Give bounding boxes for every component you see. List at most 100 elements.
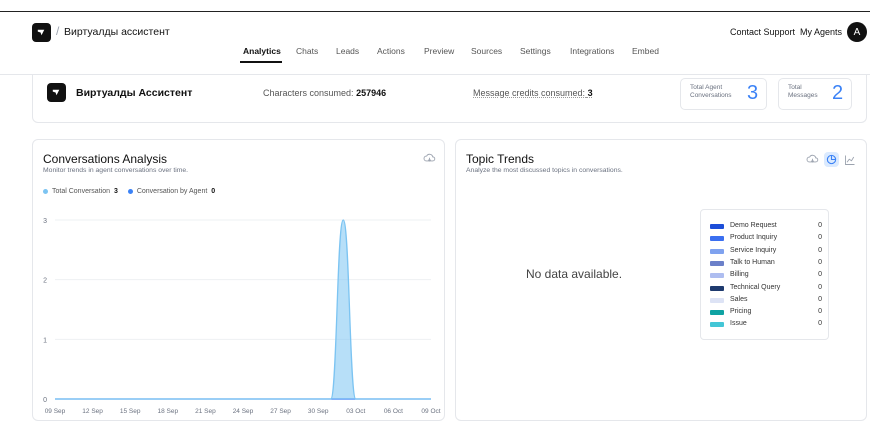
topic-legend-item[interactable]: Billing 0 xyxy=(710,270,822,282)
y-tick-label: 1 xyxy=(43,337,47,344)
message-credits-label: Message credits consumed: xyxy=(473,88,586,98)
characters-consumed: Characters consumed: 257946 xyxy=(263,88,386,98)
active-tab-indicator xyxy=(240,61,282,63)
tab-chats[interactable]: Chats xyxy=(296,46,318,56)
legend-label: Technical Query xyxy=(730,283,781,291)
legend-label: Issue xyxy=(730,320,747,328)
legend-value: 0 xyxy=(818,308,822,316)
legend-label: Product Inquiry xyxy=(730,234,778,242)
tab-embed[interactable]: Embed xyxy=(632,46,659,56)
no-data-message: No data available. xyxy=(526,267,623,281)
stat-label-line: Messages xyxy=(788,92,818,99)
legend-dot xyxy=(127,188,133,194)
x-tick-label: 30 Sep xyxy=(308,408,329,415)
legend-swatch xyxy=(710,297,724,303)
legend-label: Conversation by Agent xyxy=(136,188,208,195)
user-avatar[interactable]: A xyxy=(847,22,867,42)
download-icon[interactable] xyxy=(423,152,436,165)
legend-dot xyxy=(43,188,48,194)
legend-swatch xyxy=(710,285,724,291)
topic-trends-card: Topic Trends Analyze the most discussed … xyxy=(455,139,867,421)
tab-actions[interactable]: Actions xyxy=(377,46,405,56)
legend-value: 0 xyxy=(818,258,822,266)
agent-logo-icon xyxy=(47,83,66,102)
contact-support-link[interactable]: Contact Support xyxy=(730,27,795,37)
legend-label: Sales xyxy=(730,295,748,303)
breadcrumb-agent-name[interactable]: Виртуалды ассистент xyxy=(64,26,170,38)
pie-chart-icon[interactable] xyxy=(824,152,839,167)
tab-sources[interactable]: Sources xyxy=(471,46,502,56)
x-tick-label: 09 Oct xyxy=(421,408,440,415)
tab-analytics[interactable]: Analytics xyxy=(243,46,281,56)
legend-item-agent[interactable]: Conversation by Agent 0 xyxy=(127,188,216,195)
x-tick-label: 15 Sep xyxy=(120,408,141,415)
conversations-analysis-subtitle: Monitor trends in agent conversations ov… xyxy=(43,167,189,174)
legend-label: Talk to Human xyxy=(730,258,775,266)
conversations-chart: 0 1 2 3 09 Sep 12 Sep 15 Sep 18 Sep 21 Sep 24 Sep… xyxy=(43,218,441,415)
legend-swatch xyxy=(710,224,724,229)
message-credits-consumed[interactable]: Message credits consumed: 3 xyxy=(473,88,593,98)
stat-label-line: Conversations xyxy=(690,92,732,99)
agent-summary-bar: Виртуалды Ассистент Characters consumed:… xyxy=(32,75,867,123)
my-agents-link[interactable]: My Agents xyxy=(800,27,842,37)
topic-legend-item[interactable]: Sales 0 xyxy=(710,295,822,307)
y-tick-label: 0 xyxy=(43,397,47,404)
legend-swatch xyxy=(710,310,724,316)
conversations-analysis-card: Conversations Analysis Monitor trends in… xyxy=(32,139,445,421)
characters-consumed-value: 257946 xyxy=(356,88,387,98)
legend-label: Pricing xyxy=(730,308,752,316)
legend-value: 0 xyxy=(211,188,216,195)
total-messages-label: Total Messages xyxy=(788,84,818,100)
tab-settings[interactable]: Settings xyxy=(520,46,551,56)
tab-leads[interactable]: Leads xyxy=(336,46,359,56)
legend-label: Billing xyxy=(730,271,749,279)
legend-swatch xyxy=(710,273,724,279)
message-credits-value: 3 xyxy=(587,88,593,98)
topic-legend-item[interactable]: Talk to Human 0 xyxy=(710,258,822,270)
legend-value: 3 xyxy=(113,188,118,195)
legend-swatch xyxy=(710,322,724,328)
tab-bar: Analytics Chats Leads Actions Preview So… xyxy=(0,42,870,62)
stat-label-line: Total xyxy=(788,84,802,91)
topic-legend-item[interactable]: Service Inquiry 0 xyxy=(710,246,822,258)
legend-label: Total Conversation xyxy=(52,188,110,195)
topic-legend: Demo Request 0 Product Inquiry 0 Service Inq… xyxy=(700,209,829,340)
x-tick-label: 09 Sep xyxy=(45,408,66,415)
topic-trends-subtitle: Analyze the most discussed topics in con… xyxy=(466,167,623,174)
line-chart-icon[interactable] xyxy=(843,153,856,166)
total-agent-conversations-value: 3 xyxy=(747,82,759,104)
topic-legend-item[interactable]: Pricing 0 xyxy=(710,307,822,319)
x-tick-label: 06 Oct xyxy=(384,408,403,415)
legend-value: 0 xyxy=(818,271,822,279)
characters-consumed-label: Characters consumed: xyxy=(263,88,354,98)
legend-swatch xyxy=(710,260,724,266)
y-tick-label: 3 xyxy=(43,218,47,225)
tab-preview[interactable]: Preview xyxy=(424,46,454,56)
topic-legend-item[interactable]: Demo Request 0 xyxy=(710,221,822,233)
agent-name: Виртуалды Ассистент xyxy=(76,87,193,99)
total-agent-conversations-label: Total Agent Conversations xyxy=(690,84,732,100)
legend-value: 0 xyxy=(818,320,822,328)
x-tick-label: 18 Sep xyxy=(157,408,178,415)
chart-legend: Total Conversation 3 Conversation by Age… xyxy=(43,188,215,195)
legend-value: 0 xyxy=(818,234,822,242)
total-agent-conversations-card: Total Agent Conversations 3 xyxy=(680,78,767,110)
total-messages-value: 2 xyxy=(832,82,844,104)
topic-legend-item[interactable]: Issue 0 xyxy=(710,319,822,331)
breadcrumb-separator: / xyxy=(56,24,60,38)
x-tick-label: 27 Sep xyxy=(270,408,291,415)
legend-item-total[interactable]: Total Conversation 3 xyxy=(43,188,118,195)
download-icon[interactable] xyxy=(806,153,819,166)
legend-label: Service Inquiry xyxy=(730,246,777,254)
legend-value: 0 xyxy=(818,246,822,254)
tab-integrations[interactable]: Integrations xyxy=(570,46,614,56)
stat-label-line: Total Agent xyxy=(690,84,723,91)
legend-swatch xyxy=(710,236,724,242)
topic-legend-item[interactable]: Product Inquiry 0 xyxy=(710,233,822,245)
topic-legend-item[interactable]: Technical Query 0 xyxy=(710,283,822,295)
x-tick-label: 24 Sep xyxy=(233,408,254,415)
x-tick-label: 21 Sep xyxy=(195,408,216,415)
app-logo-icon[interactable] xyxy=(32,23,51,42)
series-line-total xyxy=(55,219,431,400)
topic-trends-title: Topic Trends xyxy=(466,152,535,166)
